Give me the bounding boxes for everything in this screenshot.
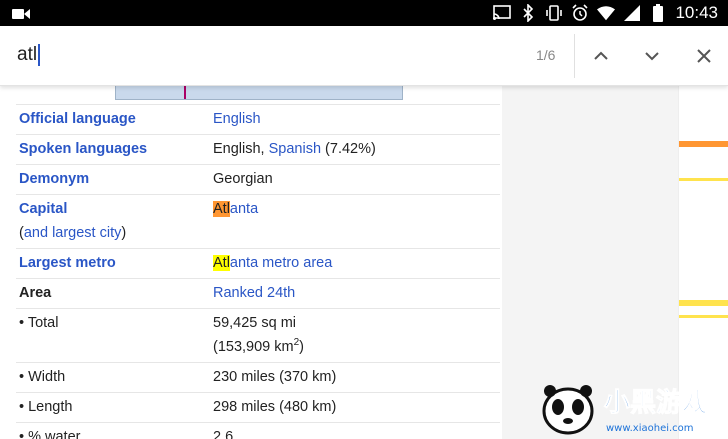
capital-label[interactable]: Capital [19, 197, 67, 221]
article: Official language English Spoken languag… [0, 86, 502, 439]
bluetooth-icon [519, 4, 537, 22]
total-value-line1: 59,425 sq mi [213, 315, 297, 331]
capital-sublabel: (and largest city) [19, 225, 127, 241]
demonym-label[interactable]: Demonym [19, 167, 89, 191]
find-in-page-bar: atl 1/6 [0, 26, 728, 86]
web-page-content: Official language English Spoken languag… [0, 86, 728, 439]
divider [574, 34, 575, 78]
close-icon [697, 49, 711, 63]
total-label: • Total [19, 315, 59, 331]
table-row: Demonym Georgian [16, 164, 500, 194]
watermark-logo: 小黑游戏 www.xiaohei.com [534, 377, 724, 437]
table-row: Spoken languages English, Spanish (7.42%… [16, 134, 500, 164]
capital-value[interactable]: Atlanta [213, 197, 258, 221]
wifi-icon [597, 4, 616, 22]
vibrate-icon [545, 4, 563, 22]
water-value: 2.6 [213, 429, 234, 439]
table-row: Area Ranked 24th [16, 278, 500, 308]
status-bar: 10:43 [0, 0, 728, 26]
chevron-up-icon [594, 51, 608, 60]
chevron-down-icon [645, 52, 659, 61]
total-value-line2: (153,909 km2) [213, 337, 305, 355]
table-row: Largest metro Atlanta metro area [16, 248, 500, 278]
area-label: Area [19, 285, 52, 301]
largest-metro-value[interactable]: Atlanta metro area [213, 251, 332, 275]
infobox-table: Official language English Spoken languag… [16, 104, 500, 439]
official-language-label[interactable]: Official language [19, 107, 136, 131]
map-image[interactable] [115, 86, 403, 100]
match-marker [679, 315, 728, 318]
official-language-value[interactable]: English [213, 107, 261, 131]
next-match-button[interactable] [636, 40, 668, 72]
find-input[interactable]: atl [17, 43, 41, 67]
close-find-button[interactable] [688, 40, 720, 72]
table-row: • Total 59,425 sq mi (153,909 km2) [16, 308, 500, 362]
largest-metro-label[interactable]: Largest metro [19, 251, 116, 275]
svg-text:www.xiaohei.com: www.xiaohei.com [606, 423, 694, 434]
water-label: • % water [19, 429, 81, 439]
match-highlight: Atl [213, 255, 230, 271]
length-label: • Length [19, 399, 73, 415]
match-marker [679, 178, 728, 181]
area-value[interactable]: Ranked 24th [213, 281, 295, 305]
battery-icon [649, 4, 667, 22]
match-count: 1/6 [536, 47, 556, 63]
demonym-value: Georgian [213, 171, 273, 187]
table-row: Official language English [16, 104, 500, 134]
signal-icon [623, 4, 641, 22]
spanish-link[interactable]: Spanish [269, 141, 321, 157]
clock: 10:43 [675, 3, 718, 22]
svg-text:小黑游戏: 小黑游戏 [604, 388, 708, 418]
table-row: • Width 230 miles (370 km) [16, 362, 500, 392]
width-value: 230 miles (370 km) [213, 369, 337, 385]
table-row: • Length 298 miles (480 km) [16, 392, 500, 422]
previous-match-button[interactable] [585, 40, 617, 72]
spoken-languages-label[interactable]: Spoken languages [19, 137, 147, 161]
current-match-highlight: Atl [213, 201, 230, 217]
spoken-languages-value: English, Spanish (7.42%) [213, 141, 376, 157]
alarm-icon [571, 4, 589, 22]
text-cursor [38, 44, 41, 66]
width-label: • Width [19, 369, 66, 385]
find-query[interactable]: atl [17, 43, 37, 67]
current-match-marker [679, 141, 728, 147]
match-marker [679, 300, 728, 306]
table-row: Capital (and largest city) Atlanta [16, 194, 500, 248]
video-icon [12, 5, 30, 23]
length-value: 298 miles (480 km) [213, 399, 337, 415]
table-row: • % water 2.6 [16, 422, 500, 439]
cast-icon [493, 4, 512, 22]
